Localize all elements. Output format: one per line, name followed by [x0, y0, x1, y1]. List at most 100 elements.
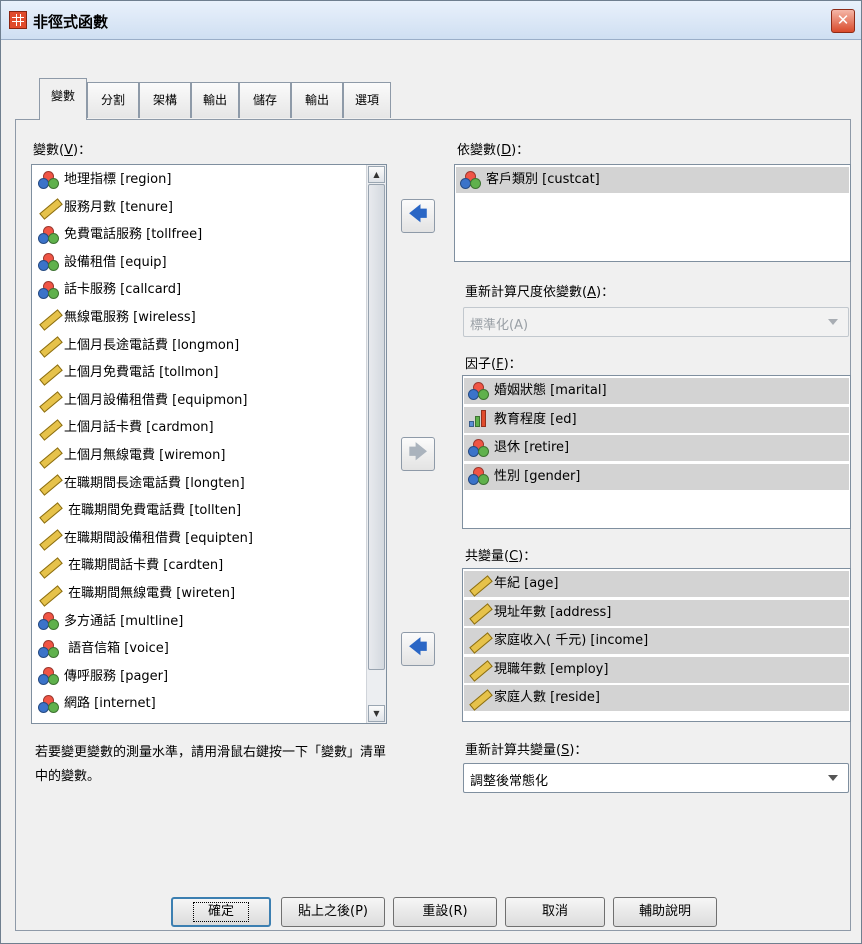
- help-button[interactable]: 輔助說明: [613, 897, 717, 927]
- ruler-icon: [468, 660, 490, 678]
- list-item[interactable]: 話卡服務 [callcard]: [38, 277, 181, 303]
- list-item[interactable]: 在職期間長途電話費 [longten]: [38, 471, 245, 497]
- list-item[interactable]: 婚姻狀態 [marital]: [464, 378, 849, 404]
- variables-list[interactable]: ▲ ▼ 地理指標 [region] 服務月數 [tenure] 免費電話服務 [to…: [31, 164, 387, 724]
- tab-options[interactable]: 選項: [343, 82, 391, 118]
- list-item[interactable]: 地理指標 [region]: [38, 167, 171, 193]
- nominal-circles-icon: [38, 280, 60, 299]
- list-item[interactable]: 在職期間免費電話費 [tollten]: [38, 498, 241, 524]
- list-item-label: 話卡服務 [callcard]: [64, 282, 182, 298]
- nominal-circles-icon: [468, 381, 490, 400]
- list-item-label: 婚姻狀態 [marital]: [494, 383, 607, 398]
- move-to-covariates-button[interactable]: 🡄: [401, 632, 435, 666]
- nominal-circles-icon: [38, 612, 60, 631]
- list-item[interactable]: 客戶類別 [custcat]: [456, 167, 849, 193]
- list-item-label: 傳呼服務 [pager]: [64, 668, 169, 684]
- list-item[interactable]: 上個月設備租借費 [equipmon]: [38, 388, 248, 414]
- nominal-circles-icon: [38, 694, 60, 713]
- scroll-down-icon[interactable]: ▼: [368, 705, 385, 722]
- list-item[interactable]: 教育程度 [ed]: [464, 406, 849, 433]
- tab-architecture[interactable]: 架構: [139, 82, 191, 118]
- tab-save[interactable]: 儲存: [239, 82, 291, 118]
- nominal-circles-icon: [38, 170, 60, 189]
- list-item[interactable]: 免費電話服務 [tollfree]: [38, 222, 202, 248]
- list-item[interactable]: 無線電服務 [wireless]: [38, 305, 196, 331]
- list-item-label: 上個月無線電費 [wiremon]: [64, 448, 226, 463]
- nominal-circles-icon: [38, 667, 60, 686]
- list-item[interactable]: 家庭收入( 千元) [income]: [464, 628, 849, 654]
- list-item[interactable]: 服務月數 [tenure]: [38, 195, 173, 221]
- move-to-factors-button[interactable]: 🡆: [401, 437, 435, 471]
- list-item[interactable]: 設備租借 [equip]: [38, 250, 167, 276]
- ruler-icon: [38, 585, 60, 603]
- rescale-covariates-label-text: 重新計算共變量: [465, 743, 557, 758]
- ruler-icon: [38, 419, 60, 437]
- list-item-label: 教育程度 [ed]: [494, 411, 577, 427]
- list-item[interactable]: 在職期間無線電費 [wireten]: [38, 581, 235, 607]
- close-button[interactable]: ✕: [831, 9, 855, 33]
- move-to-dependent-button[interactable]: 🡄: [401, 199, 435, 233]
- tab-output-1[interactable]: 輸出: [191, 82, 239, 118]
- dependent-list[interactable]: 客戶類別 [custcat]: [454, 164, 851, 262]
- list-item-label: 在職期間無線電費 [wireten]: [64, 586, 236, 601]
- nominal-circles-icon: [460, 170, 482, 189]
- paste-button[interactable]: 貼上之後(P): [281, 897, 385, 927]
- ruler-icon: [468, 689, 490, 707]
- list-item[interactable]: 傳呼服務 [pager]: [38, 664, 168, 690]
- list-item[interactable]: 多方通話 [multline]: [38, 609, 183, 635]
- variables-scrollbar[interactable]: ▲ ▼: [366, 165, 386, 723]
- list-item[interactable]: 語音信箱 [voice]: [38, 636, 169, 662]
- window-title: 非徑式函數: [33, 13, 109, 31]
- covariates-list[interactable]: 年紀 [age] 現址年數 [address] 家庭收入( 千元) [income]…: [462, 568, 851, 722]
- list-item[interactable]: 網路 [internet]: [38, 691, 156, 717]
- list-item[interactable]: 在職期間話卡費 [cardten]: [38, 553, 223, 579]
- reset-button[interactable]: 重設(R): [393, 897, 497, 927]
- ruler-icon: [468, 603, 490, 621]
- list-item[interactable]: 上個月話卡費 [cardmon]: [38, 415, 214, 441]
- covariates-label: 共變量(C)：: [465, 549, 537, 564]
- variables-label-text: 變數: [33, 143, 60, 158]
- rescale-covariates-dropdown[interactable]: 調整後常態化: [463, 763, 849, 793]
- list-item-label: 在職期間長途電話費 [longten]: [64, 475, 245, 491]
- list-item[interactable]: 上個月無線電費 [wiremon]: [38, 443, 225, 469]
- factors-list[interactable]: 婚姻狀態 [marital] 教育程度 [ed] 退休 [retire] 性別 [ge…: [462, 375, 851, 529]
- tab-output-2[interactable]: 輸出: [291, 82, 343, 118]
- ruler-icon: [38, 502, 60, 520]
- list-item[interactable]: 現職年數 [employ]: [464, 656, 849, 683]
- list-item-label: 家庭收入( 千元) [income]: [494, 633, 649, 648]
- cancel-button[interactable]: 取消: [505, 897, 605, 927]
- scroll-thumb[interactable]: [368, 184, 385, 670]
- list-item-label: 家庭人數 [reside]: [494, 690, 600, 705]
- list-item-label: 性別 [gender]: [494, 468, 581, 484]
- ruler-icon: [38, 336, 60, 354]
- dependent-label-text: 依變數: [457, 143, 497, 158]
- list-item[interactable]: 年紀 [age]: [464, 571, 849, 597]
- list-item-label: 退休 [retire]: [494, 440, 570, 455]
- list-item-label: 上個月長途電話費 [longmon]: [64, 337, 240, 353]
- ruler-icon: [468, 575, 490, 593]
- list-item-label: 設備租借 [equip]: [64, 254, 167, 270]
- rescale-dependent-dropdown[interactable]: 標準化(A): [463, 307, 849, 337]
- scroll-up-icon[interactable]: ▲: [368, 166, 385, 183]
- list-item[interactable]: 性別 [gender]: [464, 463, 849, 490]
- list-item-label: 年紀 [age]: [494, 576, 559, 591]
- list-item-label: 上個月話卡費 [cardmon]: [64, 420, 214, 436]
- ruler-icon: [38, 391, 60, 409]
- list-item[interactable]: 上個月長途電話費 [longmon]: [38, 333, 239, 359]
- list-item-label: 多方通話 [multline]: [64, 613, 184, 629]
- list-item[interactable]: 家庭人數 [reside]: [464, 685, 849, 711]
- list-item[interactable]: 上個月免費電話 [tollmon]: [38, 360, 218, 386]
- list-item[interactable]: 退休 [retire]: [464, 435, 849, 461]
- rescale-dependent-mnemonic: A: [587, 285, 596, 300]
- covariates-label-text: 共變量: [465, 549, 505, 564]
- nominal-circles-icon: [468, 438, 490, 457]
- ruler-icon: [38, 364, 60, 382]
- list-item[interactable]: 在職期間設備租借費 [equipten]: [38, 526, 253, 552]
- tab-partition[interactable]: 分割: [87, 82, 139, 118]
- list-item[interactable]: 現址年數 [address]: [464, 599, 849, 626]
- rescale-covariates-label: 重新計算共變量(S)：: [465, 743, 588, 758]
- title-bar: 非徑式函數 ✕: [1, 1, 861, 40]
- tab-variables[interactable]: 變數: [39, 78, 87, 120]
- rescale-covariates-mnemonic: S: [561, 743, 570, 758]
- ok-button[interactable]: 確定: [171, 897, 271, 927]
